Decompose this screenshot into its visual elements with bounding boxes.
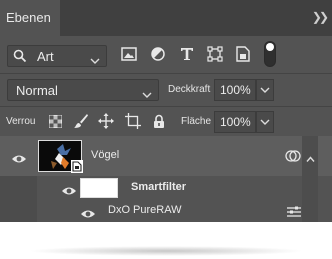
chevron-up-icon[interactable] bbox=[306, 150, 315, 168]
indent-bar bbox=[0, 200, 37, 222]
chevron-down-icon bbox=[260, 119, 270, 125]
layer-name: Smartfilter bbox=[131, 181, 187, 193]
layers-panel: Ebenen ❯❯ Art Normal Deckkraft 100% Verr… bbox=[0, 0, 332, 222]
eye-visibility-icon[interactable] bbox=[80, 206, 96, 222]
lock-artboard-icon[interactable] bbox=[124, 112, 142, 130]
filter-blending-options-icon[interactable] bbox=[286, 205, 302, 222]
layer-name: Vögel bbox=[91, 149, 120, 161]
smartobject-filter-icon[interactable] bbox=[234, 45, 252, 63]
filter-mask-thumbnail[interactable] bbox=[80, 178, 118, 198]
lock-position-icon[interactable] bbox=[97, 112, 115, 130]
filter-kind-select[interactable]: Art bbox=[7, 45, 107, 67]
fill-label: Fläche bbox=[181, 116, 212, 127]
panel-shadow bbox=[28, 246, 304, 256]
chevron-down-icon bbox=[260, 87, 270, 93]
shape-filter-icon[interactable] bbox=[206, 45, 224, 63]
eye-visibility-icon[interactable] bbox=[11, 151, 27, 169]
layer-name: DxO PureRAW bbox=[108, 204, 182, 216]
lock-label: Verrou bbox=[6, 116, 36, 127]
double-chevron-right-icon[interactable]: ❯❯ bbox=[312, 10, 329, 24]
filter-kind-label: Art bbox=[37, 49, 54, 64]
smart-filter-row[interactable]: Smartfilter bbox=[0, 176, 332, 200]
eye-visibility-icon[interactable] bbox=[61, 183, 77, 201]
toggle-knob bbox=[266, 43, 274, 51]
divider bbox=[0, 73, 332, 74]
smart-filter-indicator-icon bbox=[285, 149, 301, 168]
chevron-down-icon bbox=[90, 52, 100, 70]
lock-all-icon[interactable] bbox=[150, 112, 168, 130]
type-filter-icon[interactable] bbox=[178, 45, 196, 63]
tab-bar: Ebenen ❯❯ bbox=[0, 0, 332, 36]
divider bbox=[0, 106, 332, 107]
adjustment-filter-icon[interactable] bbox=[149, 45, 167, 63]
opacity-label: Deckkraft bbox=[168, 84, 211, 95]
filter-toggle-switch[interactable] bbox=[264, 41, 276, 67]
blend-mode-label: Normal bbox=[16, 83, 58, 98]
image-filter-icon[interactable] bbox=[120, 45, 138, 63]
blend-mode-select[interactable]: Normal bbox=[7, 79, 159, 101]
tab-layers[interactable]: Ebenen bbox=[0, 0, 60, 36]
fill-dropdown[interactable] bbox=[256, 111, 274, 133]
lock-image-pixels-icon[interactable] bbox=[72, 112, 90, 130]
filter-row-dxo[interactable]: DxO PureRAW bbox=[0, 200, 332, 222]
chevron-down-icon bbox=[142, 86, 152, 104]
search-icon bbox=[13, 49, 27, 68]
opacity-input[interactable]: 100% bbox=[214, 79, 256, 101]
layer-row-voegel[interactable]: Vögel bbox=[0, 136, 332, 176]
fill-input[interactable]: 100% bbox=[214, 111, 256, 133]
opacity-dropdown[interactable] bbox=[256, 79, 274, 101]
indent-bar bbox=[0, 176, 37, 200]
layers-scrollbar[interactable] bbox=[302, 136, 318, 222]
lock-transparent-pixels-icon[interactable] bbox=[46, 112, 64, 130]
